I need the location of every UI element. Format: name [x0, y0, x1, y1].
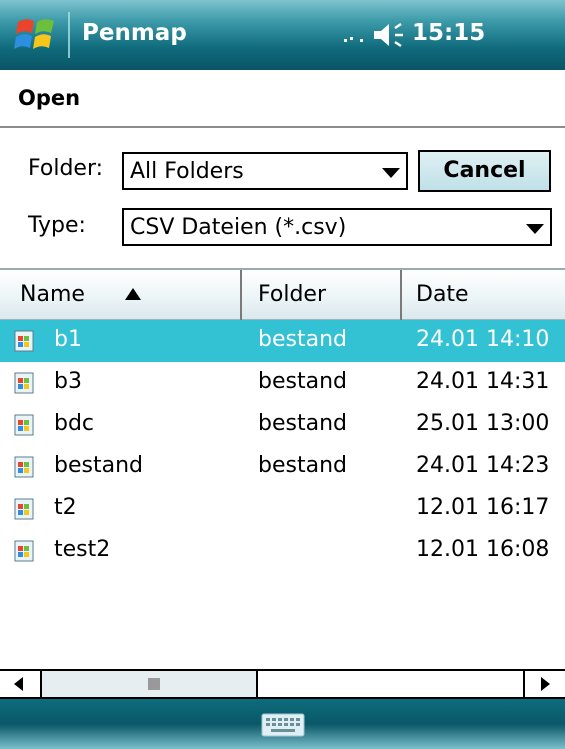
signal-icon[interactable]: [340, 34, 366, 44]
dialog-header: Open: [0, 70, 565, 128]
file-name: b1: [54, 327, 82, 352]
folder-label: Folder:: [28, 156, 104, 181]
file-folder: bestand: [258, 327, 347, 352]
file-icon: [14, 414, 34, 436]
file-date: 24.01 14:23: [416, 453, 550, 478]
file-date: 24.01 14:10: [416, 327, 550, 352]
scroll-right-button[interactable]: [523, 671, 565, 697]
scrollbar-track[interactable]: [42, 671, 258, 697]
list-item[interactable]: test2 12.01 16:08: [0, 530, 565, 572]
file-icon: [14, 372, 34, 394]
list-item[interactable]: bestand bestand 24.01 14:23: [0, 446, 565, 488]
list-item[interactable]: b1 bestand 24.01 14:10: [0, 320, 565, 362]
file-date: 12.01 16:17: [416, 495, 550, 520]
list-item[interactable]: b3 bestand 24.01 14:31: [0, 362, 565, 404]
column-divider[interactable]: [240, 270, 242, 320]
file-name: bestand: [54, 453, 143, 478]
type-dropdown-value: CSV Dateien (*.csv): [130, 215, 347, 240]
windows-start-icon[interactable]: [14, 14, 58, 56]
file-icon: [14, 540, 34, 562]
file-date: 24.01 14:31: [416, 369, 550, 394]
file-name: t2: [54, 495, 77, 520]
file-date: 25.01 13:00: [416, 411, 550, 436]
list-item[interactable]: bdc bestand 25.01 13:00: [0, 404, 565, 446]
file-name: b3: [54, 369, 82, 394]
chevron-down-icon: [526, 224, 544, 234]
scroll-left-button[interactable]: [0, 671, 42, 697]
sort-ascending-icon: [125, 288, 141, 300]
column-divider[interactable]: [400, 270, 402, 320]
column-header-folder[interactable]: Folder: [258, 270, 326, 320]
clock[interactable]: 15:15: [412, 20, 485, 46]
arrow-right-icon: [541, 677, 550, 691]
file-name: test2: [54, 537, 111, 562]
list-item[interactable]: t2 12.01 16:17: [0, 488, 565, 530]
keyboard-icon[interactable]: [261, 713, 305, 737]
scrollbar-thumb[interactable]: [148, 678, 160, 690]
file-date: 12.01 16:08: [416, 537, 550, 562]
arrow-left-icon: [14, 677, 23, 691]
volume-icon[interactable]: [372, 20, 408, 50]
cancel-button[interactable]: Cancel: [418, 150, 551, 192]
file-icon: [14, 456, 34, 478]
bottom-menu-bar: [0, 699, 565, 749]
file-icon: [14, 330, 34, 352]
type-dropdown[interactable]: CSV Dateien (*.csv): [122, 208, 552, 246]
file-folder: bestand: [258, 369, 347, 394]
file-folder: bestand: [258, 411, 347, 436]
dialog-title: Open: [18, 86, 81, 110]
title-separator: [68, 12, 70, 58]
chevron-down-icon: [382, 168, 400, 178]
list-header: Name Folder Date: [0, 268, 565, 320]
column-header-name[interactable]: Name: [20, 270, 85, 320]
horizontal-scrollbar[interactable]: [0, 669, 565, 699]
folder-dropdown-value: All Folders: [130, 159, 244, 184]
file-icon: [14, 498, 34, 520]
app-title: Penmap: [82, 20, 187, 46]
title-bar: Penmap 15:15: [0, 0, 565, 70]
type-label: Type:: [28, 213, 86, 238]
file-folder: bestand: [258, 453, 347, 478]
folder-dropdown[interactable]: All Folders: [122, 152, 408, 190]
column-header-date[interactable]: Date: [416, 270, 469, 320]
file-name: bdc: [54, 411, 95, 436]
